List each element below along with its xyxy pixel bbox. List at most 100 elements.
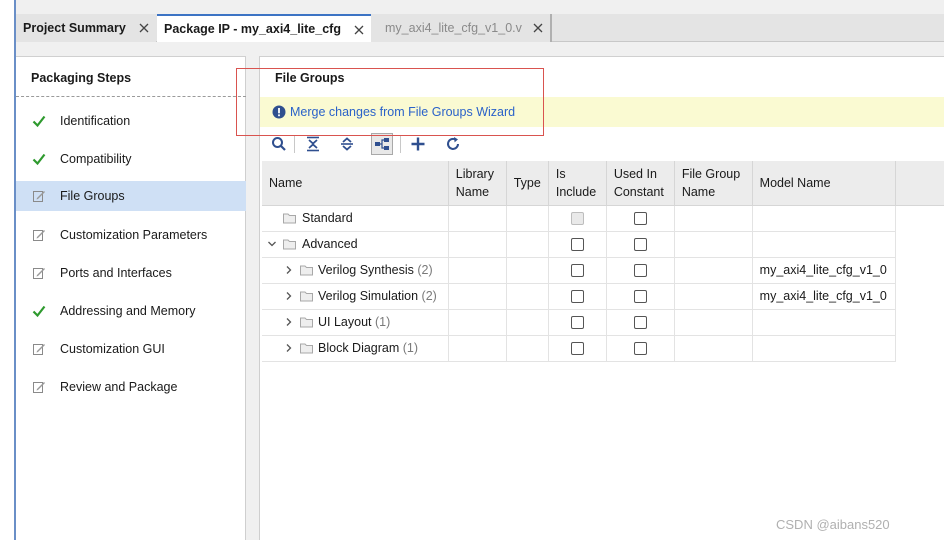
add-icon xyxy=(411,137,425,151)
header-text: Model Name xyxy=(759,175,831,190)
table-row[interactable]: Verilog Synthesis (2) my_axi4_lite_cfg_v… xyxy=(262,257,944,284)
row-name-text: Block Diagram xyxy=(318,340,400,355)
model-name: my_axi4_lite_cfg_v1_0 xyxy=(759,289,887,303)
folder-icon xyxy=(300,343,313,353)
is-include-checkbox[interactable] xyxy=(570,342,584,356)
step-label: File Groups xyxy=(60,189,125,203)
collapse-all-icon xyxy=(307,136,319,152)
search-icon xyxy=(272,137,286,151)
step-compatibility[interactable]: Compatibility xyxy=(16,144,246,174)
table-row[interactable]: UI Layout (1) xyxy=(262,309,944,336)
merge-changes-link[interactable]: Merge changes from File Groups Wizard xyxy=(290,105,515,119)
collapse-all-button[interactable] xyxy=(302,133,324,155)
refresh-button[interactable] xyxy=(442,133,464,155)
chevron-right-icon[interactable] xyxy=(284,265,294,275)
chevron-right-icon[interactable] xyxy=(284,317,294,327)
is-include-checkbox[interactable] xyxy=(570,316,584,330)
merge-banner: Merge changes from File Groups Wizard xyxy=(260,97,944,127)
is-include-checkbox[interactable] xyxy=(570,264,584,278)
table-header-row: Name Library Name Type Is Include Used In C… xyxy=(262,161,944,206)
step-ports-and-interfaces[interactable]: Ports and Interfaces xyxy=(16,258,246,288)
folder-icon xyxy=(283,239,296,249)
step-addressing-and-memory[interactable]: Addressing and Memory xyxy=(16,296,246,326)
column-header-used-in-constant[interactable]: Used In Constant xyxy=(606,161,675,206)
expand-all-button[interactable] xyxy=(336,133,358,155)
header-text: Is xyxy=(555,166,566,181)
close-icon[interactable] xyxy=(532,22,544,34)
file-count: (2) xyxy=(421,288,437,303)
is-include-checkbox xyxy=(570,212,584,226)
edit-icon xyxy=(33,344,45,355)
column-header-name[interactable]: Name xyxy=(262,161,449,206)
step-label: Review and Package xyxy=(60,380,178,394)
row-name-cell: Verilog Synthesis (2) xyxy=(269,258,441,283)
file-count: (2) xyxy=(417,262,433,277)
tab-label: Project Summary xyxy=(23,21,126,35)
table-row[interactable]: Block Diagram (1) xyxy=(262,335,944,362)
window-left-edge xyxy=(0,0,16,540)
row-name-text: Verilog Simulation xyxy=(318,288,419,303)
file-groups-panel: File Groups Merge changes from File Grou… xyxy=(259,56,944,540)
row-name: Advanced xyxy=(302,236,358,251)
step-label: Ports and Interfaces xyxy=(60,266,172,280)
row-name-cell: Verilog Simulation (2) xyxy=(269,284,441,309)
used-in-constant-checkbox[interactable] xyxy=(633,342,647,356)
step-customization-parameters[interactable]: Customization Parameters xyxy=(16,220,246,250)
column-header-library-name[interactable]: Library Name xyxy=(448,161,507,206)
step-file-groups[interactable]: File Groups xyxy=(16,181,246,211)
folder-icon xyxy=(300,291,313,301)
panel-splitter[interactable] xyxy=(247,56,259,540)
header-text: Type xyxy=(513,175,541,190)
used-in-constant-checkbox[interactable] xyxy=(633,264,647,278)
hierarchy-view-button[interactable] xyxy=(371,133,393,155)
close-icon[interactable] xyxy=(138,22,150,34)
check-icon xyxy=(32,115,46,128)
chevron-down-icon[interactable] xyxy=(267,239,277,249)
table-row[interactable]: Verilog Simulation (2) my_axi4_lite_cfg_… xyxy=(262,283,944,310)
chevron-right-icon[interactable] xyxy=(284,343,294,353)
row-name: Standard xyxy=(302,210,353,225)
header-text: File Group xyxy=(681,166,741,181)
used-in-constant-checkbox[interactable] xyxy=(633,212,647,226)
file-groups-toolbar xyxy=(260,131,944,157)
table-row[interactable]: Standard xyxy=(262,205,944,232)
column-header-file-group-name[interactable]: File Group Name xyxy=(674,161,753,206)
row-name-cell: Advanced xyxy=(267,232,441,257)
step-label: Addressing and Memory xyxy=(60,304,196,318)
column-header-filler xyxy=(895,161,944,206)
refresh-icon xyxy=(447,137,459,150)
search-button[interactable] xyxy=(268,133,290,155)
column-header-is-include[interactable]: Is Include xyxy=(548,161,607,206)
tab-project-summary[interactable]: Project Summary xyxy=(16,14,156,42)
row-name-text: UI Layout xyxy=(318,314,372,329)
header-text: Used In xyxy=(613,166,657,181)
add-file-group-button[interactable] xyxy=(407,133,429,155)
column-header-model-name[interactable]: Model Name xyxy=(752,161,896,206)
watermark: CSDN @aibans520 xyxy=(776,517,890,532)
step-label: Identification xyxy=(60,114,131,128)
folder-icon xyxy=(283,213,296,223)
header-text: Name xyxy=(269,175,303,190)
used-in-constant-checkbox[interactable] xyxy=(633,238,647,252)
tab-package-ip[interactable]: Package IP - my_axi4_lite_cfg xyxy=(157,14,371,42)
is-include-checkbox[interactable] xyxy=(570,238,584,252)
used-in-constant-checkbox[interactable] xyxy=(633,316,647,330)
chevron-right-icon[interactable] xyxy=(284,291,294,301)
file-count: (1) xyxy=(402,340,419,355)
close-icon[interactable] xyxy=(353,24,365,36)
is-include-checkbox[interactable] xyxy=(570,290,584,304)
table-row[interactable]: Advanced xyxy=(262,231,944,258)
panel-title: Packaging Steps xyxy=(31,71,132,85)
page-title: File Groups xyxy=(275,71,345,85)
folder-icon xyxy=(300,265,313,275)
tab-verilog-file[interactable]: my_axi4_lite_cfg_v1_0.v xyxy=(370,14,552,42)
model-name: my_axi4_lite_cfg_v1_0 xyxy=(759,263,887,277)
column-header-type[interactable]: Type xyxy=(506,161,549,206)
step-review-and-package[interactable]: Review and Package xyxy=(16,372,246,402)
header-text: Library xyxy=(455,166,494,181)
step-customization-gui[interactable]: Customization GUI xyxy=(16,334,246,364)
edit-icon xyxy=(33,191,45,202)
step-identification[interactable]: Identification xyxy=(16,106,246,136)
used-in-constant-checkbox[interactable] xyxy=(633,290,647,304)
header-text: Constant xyxy=(613,184,664,199)
